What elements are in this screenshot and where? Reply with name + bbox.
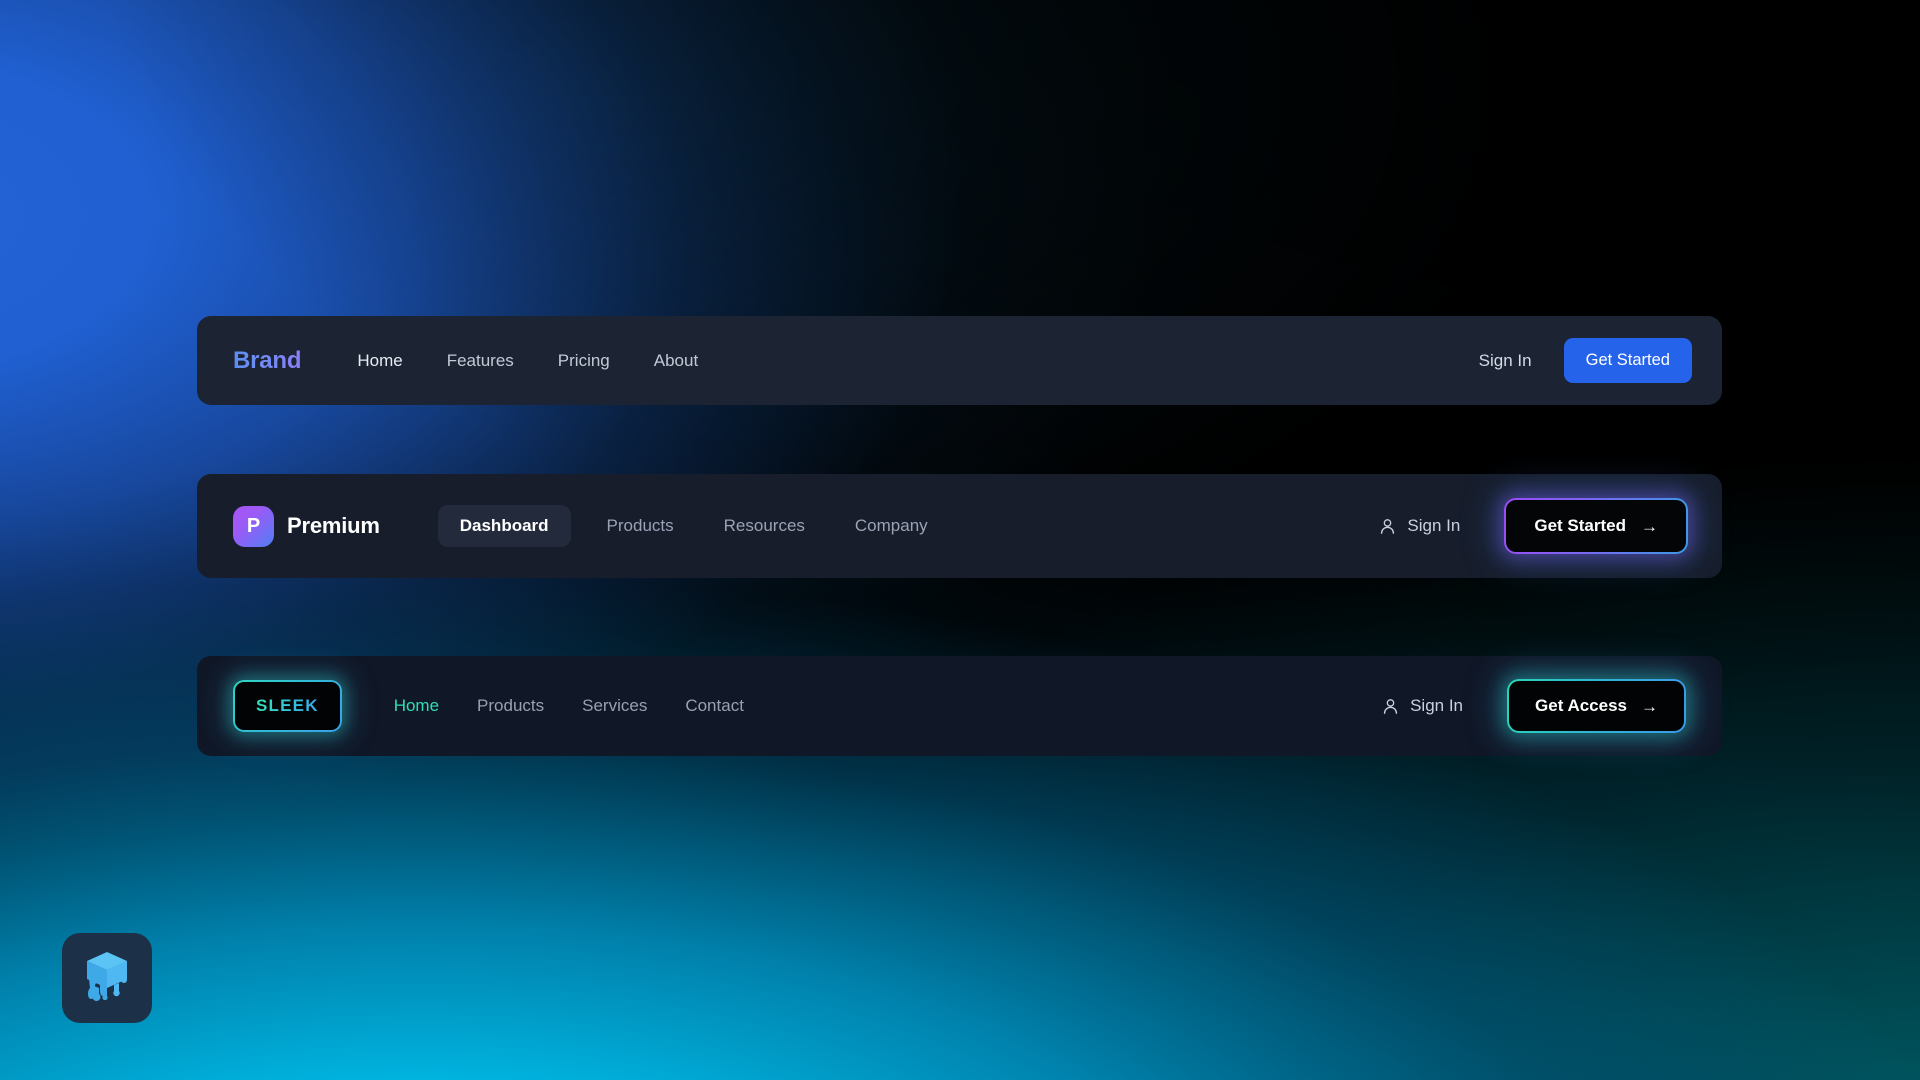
nav-link-services[interactable]: Services xyxy=(578,690,651,722)
nav-link-home[interactable]: Home xyxy=(390,690,443,722)
get-access-button-glow: Get Access → xyxy=(1507,679,1686,733)
nav-link-home[interactable]: Home xyxy=(357,351,402,371)
navbar-basic: Brand Home Features Pricing About Sign I… xyxy=(197,316,1722,405)
premium-logo-badge: P xyxy=(233,505,274,547)
app-icon-button[interactable] xyxy=(62,933,152,1023)
get-started-button[interactable]: Get Started → xyxy=(1506,500,1686,552)
arrow-right-icon: → xyxy=(1641,516,1658,536)
sleek-logo-text: SLEEK xyxy=(256,696,319,715)
nav-link-company[interactable]: Company xyxy=(841,505,942,547)
get-started-button[interactable]: Get Started xyxy=(1563,338,1692,383)
get-access-label: Get Access xyxy=(1535,696,1627,715)
arrow-right-icon: → xyxy=(1641,696,1658,716)
nav-link-about[interactable]: About xyxy=(654,351,698,371)
nav-links-basic: Home Features Pricing About xyxy=(357,351,698,371)
signin-link[interactable]: Sign In xyxy=(1479,351,1532,371)
signin-label: Sign In xyxy=(1410,696,1464,715)
get-started-label: Get Started xyxy=(1534,516,1626,535)
nav-link-products[interactable]: Products xyxy=(473,690,548,722)
signin-label: Sign In xyxy=(1407,516,1461,535)
melting-ice-cube-icon xyxy=(87,952,127,1001)
brand-logo[interactable]: Brand xyxy=(233,347,302,375)
sleek-logo-badge: SLEEK xyxy=(235,682,340,730)
signin-link[interactable]: Sign In xyxy=(1381,696,1463,716)
nav-link-resources[interactable]: Resources xyxy=(710,505,819,547)
signin-link[interactable]: Sign In xyxy=(1378,516,1460,536)
nav-link-products[interactable]: Products xyxy=(593,505,688,547)
navbar-sleek: SLEEK Home Products Services Contact Sig… xyxy=(197,656,1722,756)
navbar-premium: P Premium Dashboard Products Resources C… xyxy=(197,474,1722,578)
nav-link-contact[interactable]: Contact xyxy=(681,690,748,722)
nav-link-dashboard[interactable]: Dashboard xyxy=(437,505,571,547)
nav-links-premium: Dashboard Products Resources Company xyxy=(437,505,942,547)
get-access-button[interactable]: Get Access → xyxy=(1509,681,1684,731)
nav-link-features[interactable]: Features xyxy=(447,351,514,371)
user-icon xyxy=(1381,518,1395,534)
nav-link-pricing[interactable]: Pricing xyxy=(558,351,610,371)
premium-logo[interactable]: P Premium xyxy=(233,505,380,547)
sleek-logo[interactable]: SLEEK xyxy=(233,680,342,732)
user-icon xyxy=(1383,698,1398,714)
get-started-button-glow: Get Started → xyxy=(1504,498,1688,554)
nav-links-sleek: Home Products Services Contact xyxy=(390,690,748,722)
premium-logo-text: Premium xyxy=(287,513,380,538)
